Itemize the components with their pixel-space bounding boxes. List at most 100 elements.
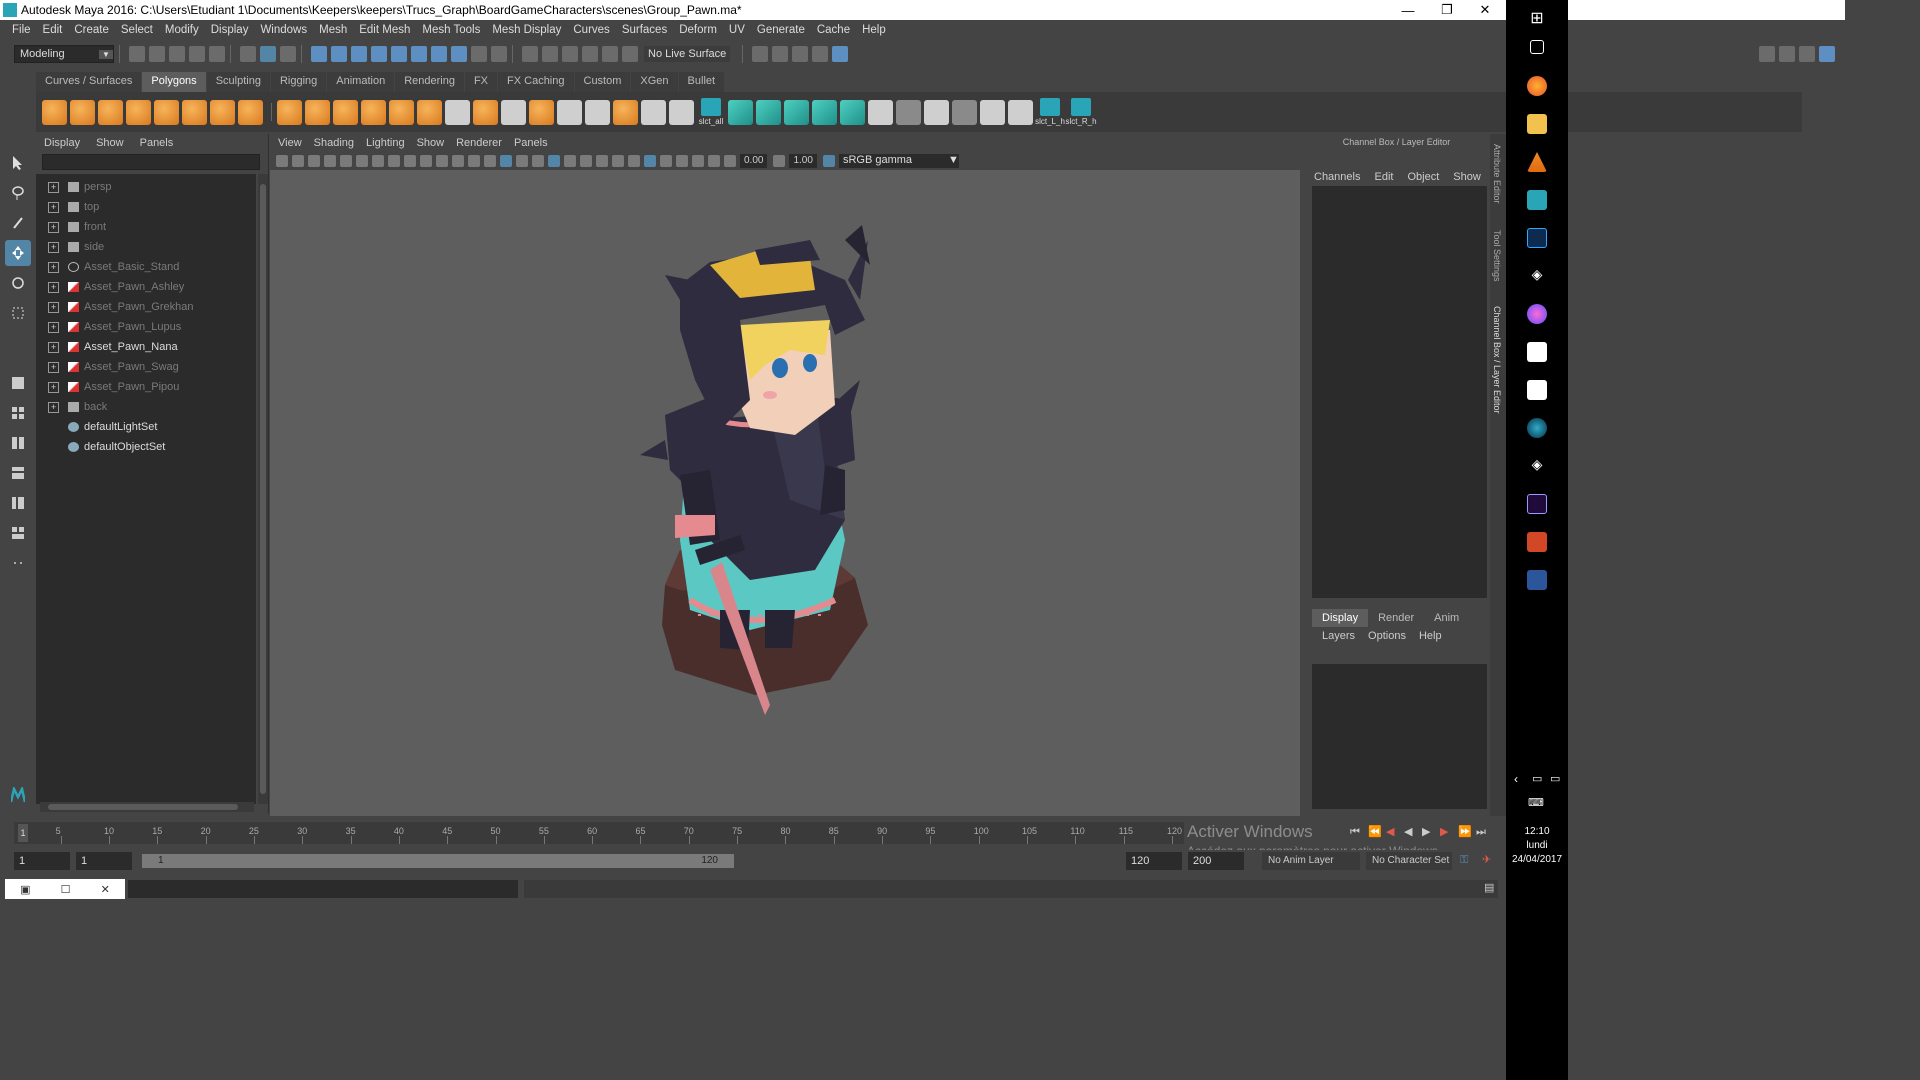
menu-select[interactable]: Select: [115, 24, 159, 36]
expand-icon[interactable]: +: [48, 181, 59, 193]
lasso-icon-4[interactable]: [582, 46, 598, 62]
xray-components-icon[interactable]: [708, 155, 720, 167]
viewport-menu-renderer[interactable]: Renderer: [456, 137, 502, 149]
bridge-icon[interactable]: [529, 99, 554, 125]
render-view-icon[interactable]: [812, 46, 829, 62]
outliner-menu-panels[interactable]: Panels: [140, 137, 174, 149]
side-tab-tool-settings[interactable]: Tool Settings: [1492, 230, 1502, 282]
outliner-item[interactable]: + persp: [36, 177, 256, 197]
expand-icon[interactable]: +: [48, 381, 59, 393]
zbrush-figure-icon[interactable]: [1527, 342, 1547, 362]
layers-menu[interactable]: Layers: [1322, 630, 1355, 642]
end-time-field[interactable]: 200: [1188, 852, 1244, 870]
show-menu[interactable]: Show: [1453, 171, 1481, 183]
close-button[interactable]: ✕: [1462, 0, 1508, 20]
lasso-icon-2[interactable]: [542, 46, 558, 62]
move-tool-icon[interactable]: [5, 240, 31, 266]
outliner-item[interactable]: + Asset_Pawn_Lupus: [36, 317, 256, 337]
construction-history-icon[interactable]: [491, 46, 507, 62]
menu-windows[interactable]: Windows: [254, 24, 313, 36]
combine-icon[interactable]: [277, 99, 302, 125]
lights-icon[interactable]: [564, 155, 576, 167]
anti-aliasing-icon[interactable]: [628, 155, 640, 167]
outliner-item[interactable]: + Asset_Pawn_Grekhan: [36, 297, 256, 317]
snap-point-icon[interactable]: [351, 46, 367, 62]
scrollbar-thumb[interactable]: [48, 804, 238, 810]
outliner-item[interactable]: + side: [36, 237, 256, 257]
wireframe-icon[interactable]: [484, 155, 496, 167]
select-tool-icon[interactable]: [5, 150, 31, 176]
viewport-menu-lighting[interactable]: Lighting: [366, 137, 405, 149]
redo-icon[interactable]: [209, 46, 225, 62]
expand-icon[interactable]: +: [48, 401, 59, 413]
character-set-dropdown[interactable]: No Character Set: [1366, 852, 1452, 870]
notification-icon[interactable]: ▭: [1550, 772, 1560, 785]
poly-pyramid-icon[interactable]: [210, 99, 235, 125]
persp-outliner-layout-icon[interactable]: [5, 520, 31, 546]
tab-anim[interactable]: Anim: [1424, 609, 1469, 627]
object-menu[interactable]: Object: [1407, 171, 1439, 183]
menu-mesh[interactable]: Mesh: [313, 24, 353, 36]
firefox-icon[interactable]: [1527, 76, 1547, 96]
xray-joints-icon[interactable]: [692, 155, 704, 167]
step-forward-frame-icon[interactable]: ▶: [1440, 826, 1452, 838]
camera-attributes-icon[interactable]: [292, 155, 304, 167]
history-icon[interactable]: [451, 46, 467, 62]
slct-all-button[interactable]: slct_all: [697, 98, 725, 126]
shelf-tab-custom[interactable]: Custom: [574, 72, 631, 92]
shelf-tab-rigging[interactable]: Rigging: [270, 72, 327, 92]
shadows-icon[interactable]: [580, 155, 592, 167]
restore-window-icon[interactable]: ☐: [61, 883, 71, 896]
photoshop-icon[interactable]: [1527, 228, 1547, 248]
slct-r-h-button[interactable]: slct_R_h: [1065, 98, 1097, 126]
time-slider-track[interactable]: 5 10 15 20 25 30 35 40 45 50 55 60 65 70 75 80 85 90 95 100…: [14, 822, 1184, 844]
maya-taskbar-icon[interactable]: [1527, 190, 1547, 210]
viewport-menu-panels[interactable]: Panels: [514, 137, 548, 149]
film-gate-icon[interactable]: [388, 155, 400, 167]
select-hierarchy-icon[interactable]: [240, 46, 256, 62]
script-button-1-icon[interactable]: [728, 99, 753, 125]
new-scene-icon[interactable]: [129, 46, 145, 62]
lock-icon[interactable]: [471, 46, 487, 62]
shelf-tab-fx[interactable]: FX: [464, 72, 498, 92]
paint-select-tool-icon[interactable]: [5, 210, 31, 236]
current-frame-marker[interactable]: 1: [18, 824, 28, 842]
shelf-tab-curves-surfaces[interactable]: Curves / Surfaces: [36, 72, 142, 92]
channels-menu[interactable]: Channels: [1314, 171, 1360, 183]
two-pane-layout-icon[interactable]: [5, 430, 31, 456]
live-surface-field[interactable]: No Live Surface: [644, 46, 731, 62]
after-effects-icon[interactable]: [1527, 494, 1547, 514]
menu-mesh-tools[interactable]: Mesh Tools: [416, 24, 486, 36]
poly-plane-icon[interactable]: [182, 99, 207, 125]
outliner-item[interactable]: + Asset_Pawn_Ashley: [36, 277, 256, 297]
step-forward-key-icon[interactable]: ⏩: [1458, 826, 1472, 838]
viewport-menu-show[interactable]: Show: [417, 137, 445, 149]
unity-icon-2[interactable]: ◈: [1527, 456, 1547, 476]
poly-pipe-icon[interactable]: [238, 99, 263, 125]
four-pane-layout-icon[interactable]: [5, 400, 31, 426]
insert-edge-loop-icon[interactable]: [501, 99, 526, 125]
make-live-icon[interactable]: [602, 46, 618, 62]
outliner-item[interactable]: + back: [36, 397, 256, 417]
options-menu[interactable]: Options: [1368, 630, 1406, 642]
unity-icon[interactable]: ◈: [1527, 266, 1547, 286]
shelf-tab-animation[interactable]: Animation: [327, 72, 395, 92]
playback-start-field[interactable]: 1: [76, 852, 132, 870]
poly-cylinder-icon[interactable]: [98, 99, 123, 125]
viewport-menu-shading[interactable]: Shading: [314, 137, 354, 149]
outliner-item[interactable]: defaultObjectSet: [36, 437, 256, 457]
channel-box-area[interactable]: [1312, 186, 1487, 598]
play-backward-icon[interactable]: ◀: [1404, 826, 1416, 838]
script-editor-icon[interactable]: ▤: [1484, 882, 1496, 894]
textured-icon[interactable]: [548, 155, 560, 167]
playback-end-field[interactable]: 120: [1126, 852, 1182, 870]
slct-l-h-button[interactable]: slct_L_h: [1035, 98, 1065, 126]
lasso-icon[interactable]: [522, 46, 538, 62]
multi-cut-icon[interactable]: [445, 99, 470, 125]
mirror-icon[interactable]: [333, 99, 358, 125]
field-chart-icon[interactable]: [436, 155, 448, 167]
menu-surfaces[interactable]: Surfaces: [616, 24, 673, 36]
play-forward-icon[interactable]: ▶: [1422, 826, 1434, 838]
network-icon[interactable]: ▭: [1532, 772, 1542, 785]
2d-pan-zoom-icon[interactable]: [340, 155, 352, 167]
